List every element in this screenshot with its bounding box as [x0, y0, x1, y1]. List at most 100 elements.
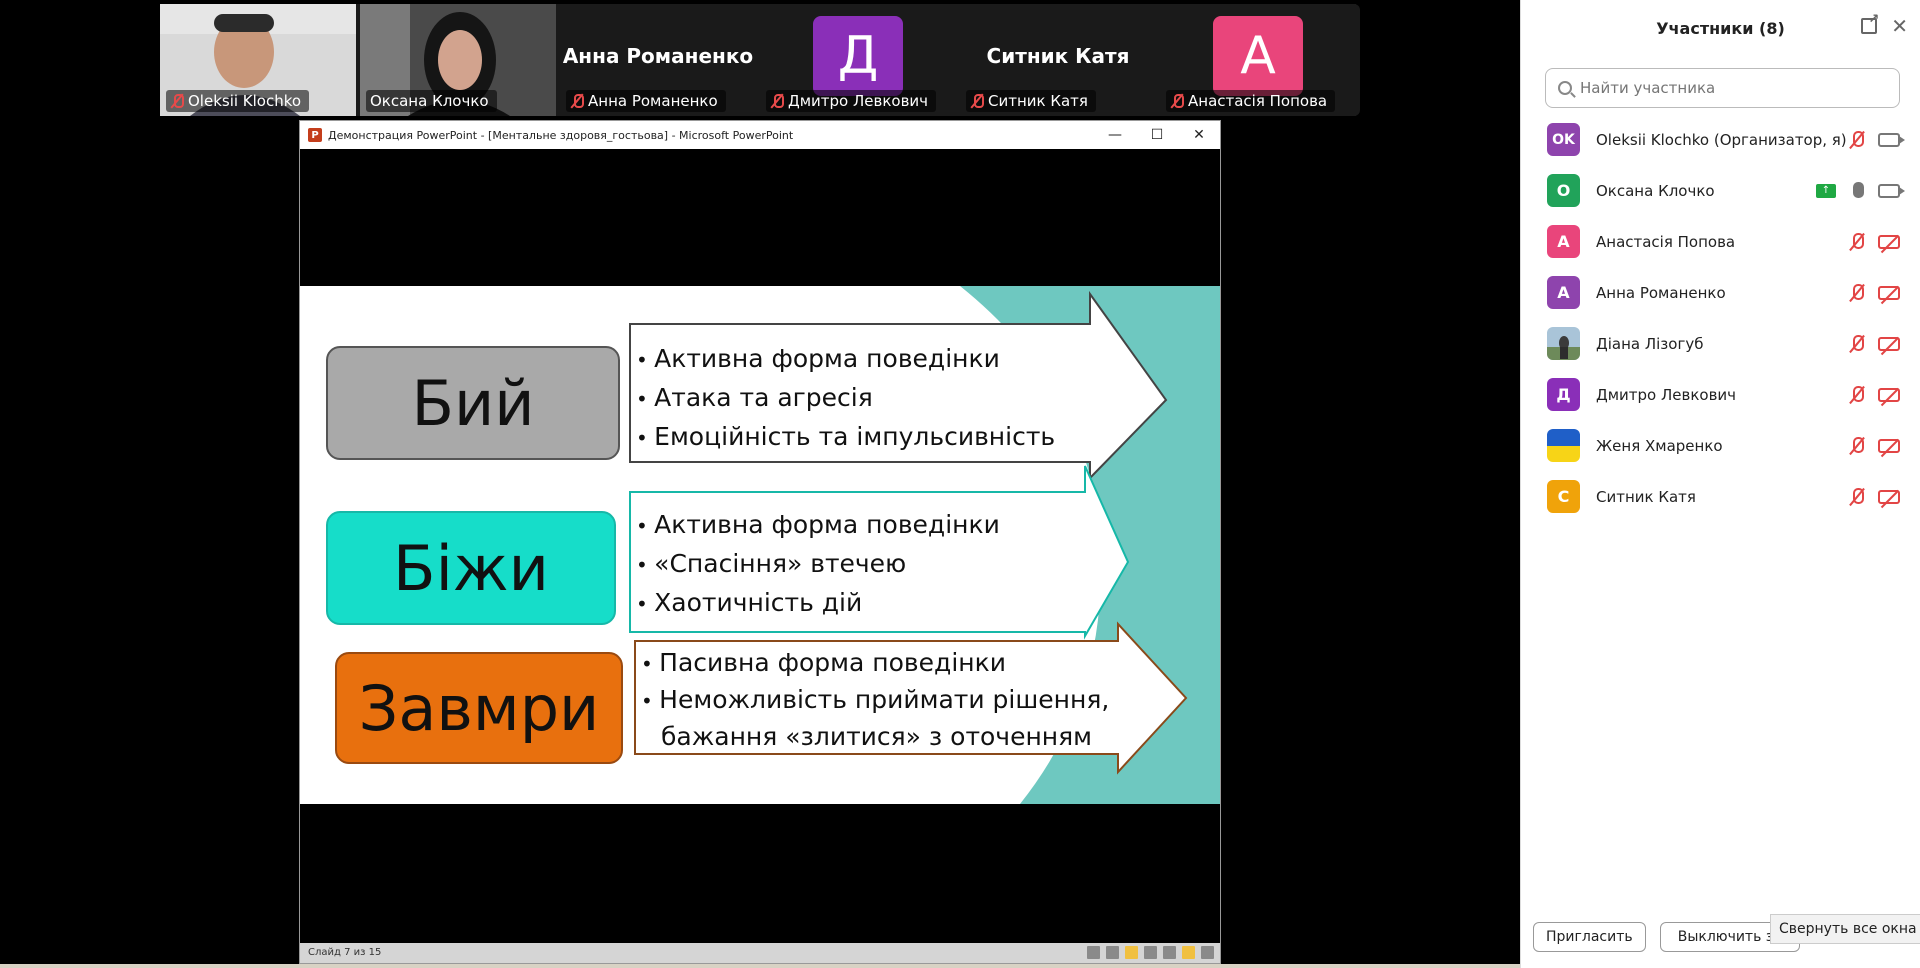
zoom-window: Oleksii Klochko Оксана Клочко Анна Роман…: [0, 0, 1920, 968]
participant-row[interactable]: Женя Хмаренко: [1521, 420, 1920, 471]
powerpoint-window: P Демонстрация PowerPoint - [Ментальне з…: [299, 120, 1221, 964]
slide-counter: Слайд 7 из 15: [308, 947, 382, 958]
participant-row[interactable]: О Оксана Клочко ↑: [1521, 165, 1920, 216]
camera-icon[interactable]: [1878, 184, 1905, 198]
bullet-item: Атака та агресія: [636, 379, 1055, 418]
participant-row[interactable]: Діана Лізогуб: [1521, 318, 1920, 369]
search-box[interactable]: [1545, 68, 1900, 108]
mic-muted-icon: [1170, 93, 1184, 109]
normal-view-icon[interactable]: [1144, 946, 1157, 959]
bullets-flight: Активна форма поведінки «Спасіння» втече…: [636, 506, 1000, 623]
tile-nameplate: Анна Романенко: [566, 90, 726, 112]
avatar: Д: [1547, 378, 1580, 411]
sorter-view-icon[interactable]: [1163, 946, 1176, 959]
mic-muted-icon[interactable]: [1848, 487, 1866, 507]
tile-name: Oleksii Klochko: [188, 92, 302, 110]
search-icon: [1558, 81, 1572, 95]
camera-icon[interactable]: [1878, 133, 1905, 147]
avatar-photo: [1547, 327, 1580, 360]
participant-list: OK Oleksii Klochko (Организатор, я) О Ок…: [1521, 114, 1920, 522]
tile-display-name: Ситник Катя: [986, 44, 1130, 68]
participant-name: Ситник Катя: [1596, 487, 1696, 506]
taskbar-edge: [0, 964, 1520, 968]
participant-row[interactable]: С Ситник Катя: [1521, 471, 1920, 522]
tile-name: Анастасія Попова: [1188, 92, 1328, 110]
window-controls: — ☐ ✕: [1094, 121, 1220, 149]
mic-muted-icon[interactable]: [1848, 130, 1866, 150]
tile-nameplate: Оксана Клочко: [366, 90, 497, 112]
slideshow-view-icon[interactable]: [1182, 946, 1195, 959]
participant-name: Oleksii Klochko (Организатор, я): [1596, 130, 1847, 149]
mic-icon[interactable]: [1848, 181, 1866, 201]
participant-name: Анастасія Попова: [1596, 232, 1736, 251]
mic-muted-icon: [570, 93, 584, 109]
label-flight: Біжи: [326, 511, 616, 625]
participant-row[interactable]: А Анна Романенко: [1521, 267, 1920, 318]
bullet-item: Емоційність та імпульсивність: [636, 418, 1055, 457]
participant-row[interactable]: Д Дмитро Левкович: [1521, 369, 1920, 420]
mic-muted-icon: [170, 93, 184, 109]
participant-row[interactable]: А Анастасія Попова: [1521, 216, 1920, 267]
video-tile-anastasia[interactable]: А Анастасія Попова: [1160, 4, 1356, 116]
participant-name: Женя Хмаренко: [1596, 436, 1723, 455]
mic-muted-icon[interactable]: [1848, 232, 1866, 252]
label-freeze: Завмри: [335, 652, 623, 764]
video-tile-oksana[interactable]: Оксана Клочко: [360, 4, 556, 116]
participant-row[interactable]: OK Oleksii Klochko (Организатор, я): [1521, 114, 1920, 165]
video-tile-dmytro[interactable]: Д Дмитро Левкович: [760, 4, 956, 116]
participants-panel: Участники (8) ✕ OK Oleksii Klochko (Орга…: [1520, 0, 1920, 968]
tile-name: Оксана Клочко: [370, 92, 489, 110]
tile-nameplate: Ситник Катя: [966, 90, 1096, 112]
camera-off-icon[interactable]: [1878, 439, 1900, 453]
participant-name: Дмитро Левкович: [1596, 385, 1737, 404]
avatar: А: [1547, 276, 1580, 309]
search-input[interactable]: [1580, 79, 1880, 97]
mic-muted-icon[interactable]: [1848, 283, 1866, 303]
mic-muted-icon[interactable]: [1848, 436, 1866, 456]
minimize-button[interactable]: —: [1094, 121, 1136, 149]
notes-icon[interactable]: [1106, 946, 1119, 959]
avatar: А: [1213, 16, 1303, 96]
bullet-item: Пасивна форма поведінки: [641, 645, 1109, 682]
bullets-fight: Активна форма поведінки Атака та агресія…: [636, 340, 1055, 457]
video-tile-anna[interactable]: Анна Романенко Анна Романенко: [560, 4, 756, 116]
ppt-title-bar: P Демонстрация PowerPoint - [Ментальне з…: [300, 121, 1220, 149]
participant-name: Анна Романенко: [1596, 283, 1726, 302]
camera-off-icon[interactable]: [1878, 337, 1900, 351]
invite-button[interactable]: Пригласить: [1533, 922, 1646, 952]
prev-icon[interactable]: [1087, 946, 1100, 959]
mic-muted-icon[interactable]: [1848, 334, 1866, 354]
camera-off-icon[interactable]: [1878, 490, 1900, 504]
view-buttons: [1087, 946, 1214, 959]
mic-muted-icon[interactable]: [1848, 385, 1866, 405]
tile-nameplate: Анастасія Попова: [1166, 90, 1336, 112]
bullet-item-continuation: бажання «злитися» з оточенням: [661, 722, 1093, 751]
mic-muted-icon: [770, 93, 784, 109]
tile-name: Анна Романенко: [588, 92, 718, 110]
close-button[interactable]: ✕: [1178, 121, 1220, 149]
bullet-item: Неможливість приймати рішення,: [641, 682, 1109, 719]
video-tile-sytnyk[interactable]: Ситник Катя Ситник Катя: [960, 4, 1156, 116]
avatar: OK: [1547, 123, 1580, 156]
pointer-icon[interactable]: [1125, 946, 1138, 959]
tile-nameplate: Oleksii Klochko: [166, 90, 310, 112]
slide: Бий Біжи Завмри Активна форма поведінки …: [300, 286, 1220, 804]
maximize-button[interactable]: ☐: [1136, 121, 1178, 149]
tile-name: Дмитро Левкович: [788, 92, 929, 110]
bullet-item: Активна форма поведінки: [636, 340, 1055, 379]
camera-off-icon[interactable]: [1878, 286, 1900, 300]
avatar: Д: [813, 16, 903, 96]
tooltip: Свернуть все окна: [1770, 914, 1920, 944]
pop-out-icon[interactable]: [1861, 12, 1879, 34]
panel-title: Участники (8): [1656, 18, 1785, 38]
camera-off-icon[interactable]: [1878, 388, 1900, 402]
tile-nameplate: Дмитро Левкович: [766, 90, 937, 112]
avatar: А: [1547, 225, 1580, 258]
camera-off-icon[interactable]: [1878, 235, 1900, 249]
screen-share-icon: ↑: [1816, 184, 1836, 198]
tile-display-name: Анна Романенко: [562, 44, 754, 68]
video-gallery: Oleksii Klochko Оксана Клочко Анна Роман…: [160, 4, 1360, 116]
close-icon[interactable]: ✕: [1891, 16, 1908, 36]
zoom-icon[interactable]: [1201, 946, 1214, 959]
video-tile-oleksii[interactable]: Oleksii Klochko: [160, 4, 356, 116]
